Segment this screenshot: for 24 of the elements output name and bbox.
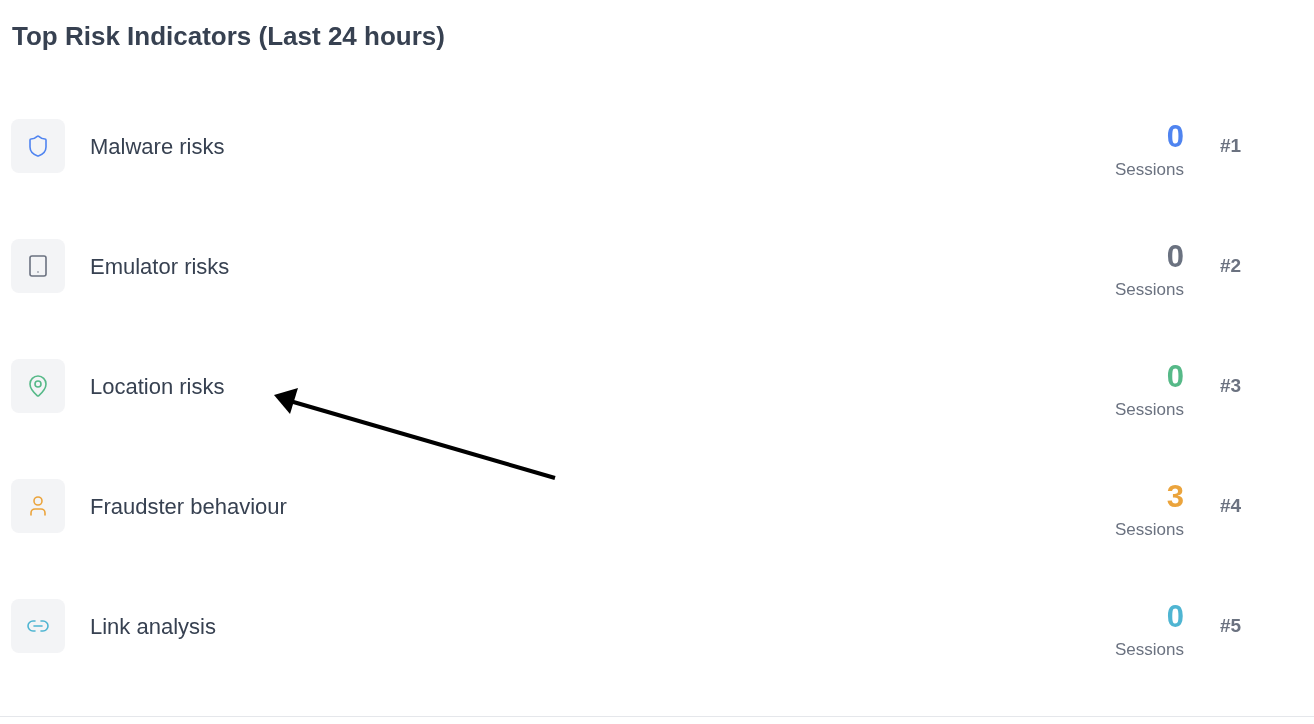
session-count: 0: [1166, 240, 1184, 274]
sessions-label: Sessions: [1115, 519, 1184, 541]
indicator-label: Location risks: [90, 372, 225, 401]
sessions-label: Sessions: [1115, 279, 1184, 301]
map-pin-icon: [26, 374, 50, 398]
indicator-label: Emulator risks: [90, 252, 230, 281]
session-count: 0: [1166, 120, 1184, 154]
sessions-label: Sessions: [1115, 639, 1184, 661]
rank-label: #5: [1220, 613, 1242, 638]
indicator-label: Link analysis: [90, 612, 216, 641]
session-count: 3: [1166, 480, 1184, 514]
indicator-label: Fraudster behaviour: [90, 492, 287, 521]
sessions-label: Sessions: [1115, 159, 1184, 181]
rank-label: #1: [1220, 133, 1242, 158]
rank-label: #2: [1220, 253, 1242, 278]
rank-label: #3: [1220, 373, 1242, 398]
panel-title: Top Risk Indicators (Last 24 hours): [11, 20, 446, 53]
rank-label: #4: [1220, 493, 1242, 518]
tablet-icon: [26, 254, 50, 278]
session-count: 0: [1166, 600, 1184, 634]
session-count: 0: [1166, 360, 1184, 394]
indicator-label: Malware risks: [90, 132, 225, 161]
shield-icon: [26, 134, 50, 158]
sessions-label: Sessions: [1115, 399, 1184, 421]
